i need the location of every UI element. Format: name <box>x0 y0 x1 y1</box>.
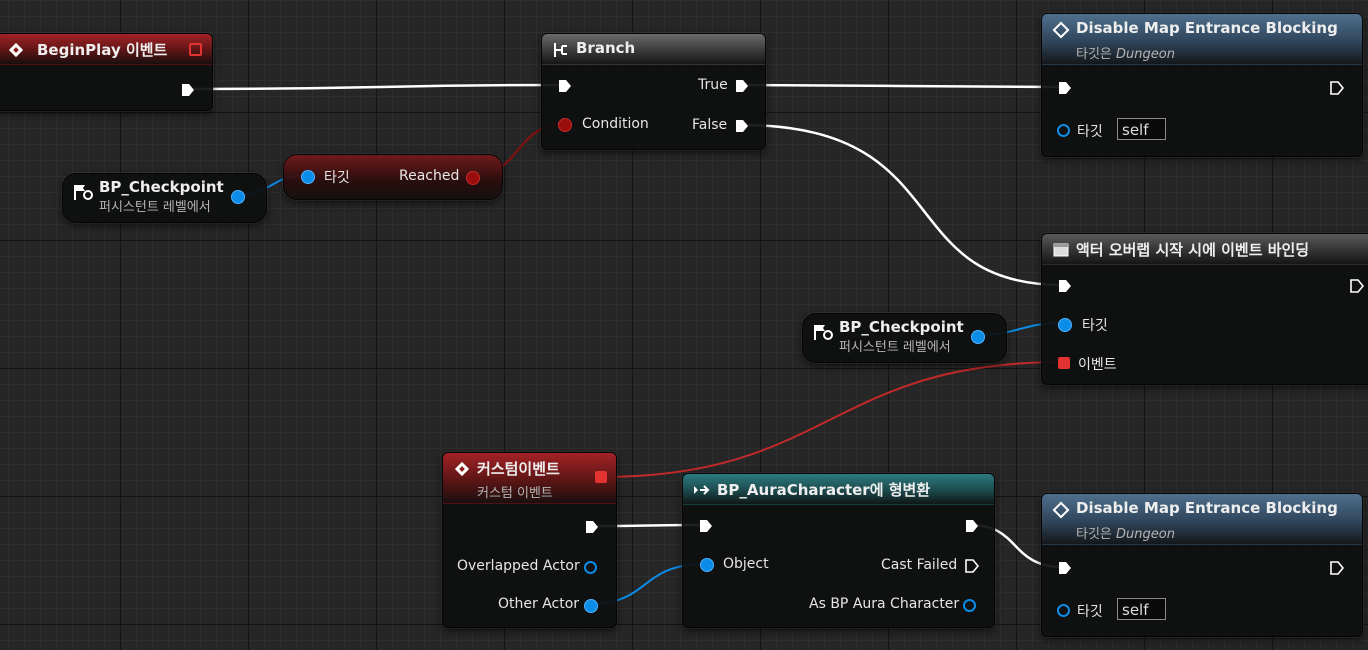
custom-event-overlapped-pin[interactable] <box>584 561 597 574</box>
branch-false-pin[interactable] <box>734 118 750 134</box>
custom-event-delegate-pin[interactable] <box>595 471 607 483</box>
disable-top-header: Disable Map Entrance Blocking 타깃은 Dungeo… <box>1042 14 1362 65</box>
branch-condition-pin[interactable] <box>558 118 572 132</box>
cast-node[interactable]: BP_AuraCharacter에 형변환 Object Cast Failed… <box>682 473 995 628</box>
beginplay-header: BeginPlay 이벤트 <box>0 34 212 65</box>
disable-top-target-label: 타깃 <box>1077 124 1103 140</box>
wire-false-to-bind <box>740 123 1064 287</box>
wire-true-to-disable <box>740 83 1064 89</box>
disable-bottom-subtitle: 타깃은 Dungeon <box>1076 523 1175 542</box>
reached-getter-node[interactable]: 타깃 Reached <box>283 154 503 200</box>
reached-getter-output-pin[interactable] <box>466 171 480 185</box>
bind-event-exec-out-pin[interactable] <box>1349 278 1365 294</box>
disable-top-exec-in-pin[interactable] <box>1057 80 1073 96</box>
beginplay-event-node[interactable]: BeginPlay 이벤트 <box>0 33 213 111</box>
cast-failed-label: Cast Failed <box>881 557 958 573</box>
delegate-icon <box>1053 243 1069 257</box>
disable-top-exec-out-pin[interactable] <box>1329 80 1345 96</box>
function-icon <box>1052 501 1070 519</box>
wire-customevent-to-bind <box>600 361 1064 478</box>
checkpoint-1-title: BP_Checkpoint <box>99 178 224 196</box>
custom-event-subtitle: 커스텀 이벤트 <box>477 486 553 501</box>
bind-event-event-pin[interactable] <box>1058 357 1070 369</box>
disable-top-subtitle-value: Dungeon <box>1116 47 1175 62</box>
checkpoint-reference-node-1[interactable]: BP_Checkpoint 퍼시스턴트 레벨에서 <box>62 173 267 223</box>
custom-event-overlapped-label: Overlapped Actor <box>457 558 580 574</box>
disable-bottom-subtitle-prefix: 타깃은 <box>1076 527 1117 542</box>
event-diamond-icon <box>8 42 24 58</box>
disable-top-title: Disable Map Entrance Blocking <box>1076 19 1338 37</box>
disable-blocking-node-top[interactable]: Disable Map Entrance Blocking 타깃은 Dungeo… <box>1041 13 1363 157</box>
disable-bottom-target-label: 타깃 <box>1077 604 1103 620</box>
event-diamond-icon <box>454 461 470 477</box>
bind-event-exec-in-pin[interactable] <box>1057 278 1073 294</box>
checkpoint-2-output-pin[interactable] <box>971 330 985 344</box>
reached-getter-target-label: 타깃 <box>324 170 350 186</box>
custom-event-header: 커스텀이벤트 커스텀 이벤트 <box>443 453 616 504</box>
cast-exec-out-pin[interactable] <box>964 518 980 534</box>
branch-true-pin[interactable] <box>734 78 750 94</box>
bind-event-target-pin[interactable] <box>1058 318 1072 332</box>
disable-bottom-exec-out-pin[interactable] <box>1329 560 1345 576</box>
disable-top-target-pin[interactable] <box>1057 124 1070 137</box>
delegate-pin-icon[interactable] <box>189 43 202 56</box>
disable-top-target-field[interactable]: self <box>1117 118 1166 140</box>
cast-failed-pin[interactable] <box>964 558 980 574</box>
reached-getter-output-label: Reached <box>399 168 460 184</box>
disable-bottom-title: Disable Map Entrance Blocking <box>1076 499 1338 517</box>
checkpoint-2-title: BP_Checkpoint <box>839 318 964 336</box>
disable-bottom-exec-in-pin[interactable] <box>1057 560 1073 576</box>
branch-header: Branch <box>542 34 765 65</box>
custom-event-other-label: Other Actor <box>498 596 580 612</box>
cast-as-aura-pin[interactable] <box>963 599 976 612</box>
beginplay-exec-out-pin[interactable] <box>180 82 196 98</box>
branch-node[interactable]: Branch True Condition False <box>541 33 766 150</box>
disable-bottom-target-pin[interactable] <box>1057 604 1070 617</box>
bind-event-header: 액터 오버랩 시작 시에 이벤트 바인딩 <box>1042 234 1368 265</box>
custom-event-node[interactable]: 커스텀이벤트 커스텀 이벤트 Overlapped Actor Other Ac… <box>442 452 617 628</box>
actor-reference-icon <box>814 325 833 340</box>
cast-header: BP_AuraCharacter에 형변환 <box>683 474 994 505</box>
disable-bottom-subtitle-value: Dungeon <box>1116 527 1175 542</box>
cast-object-pin[interactable] <box>700 558 714 572</box>
reached-getter-target-pin[interactable] <box>301 170 315 184</box>
bind-event-node[interactable]: 액터 오버랩 시작 시에 이벤트 바인딩 타깃 이벤트 <box>1041 233 1368 385</box>
bind-event-event-label: 이벤트 <box>1078 357 1117 373</box>
cast-title: BP_AuraCharacter에 형변환 <box>717 481 931 499</box>
wire-beginplay-to-branch <box>193 83 565 91</box>
actor-reference-icon <box>74 185 93 200</box>
disable-blocking-node-bottom[interactable]: Disable Map Entrance Blocking 타깃은 Dungeo… <box>1041 493 1363 637</box>
function-icon <box>1052 21 1070 39</box>
branch-false-label: False <box>692 117 728 133</box>
custom-event-other-pin[interactable] <box>584 599 598 613</box>
checkpoint-1-subtitle: 퍼시스턴트 레벨에서 <box>99 200 211 215</box>
bind-event-target-label: 타깃 <box>1082 318 1108 334</box>
bind-event-title: 액터 오버랩 시작 시에 이벤트 바인딩 <box>1076 241 1310 259</box>
custom-event-exec-out-pin[interactable] <box>584 519 600 535</box>
cast-exec-in-pin[interactable] <box>698 518 714 534</box>
disable-top-subtitle-prefix: 타깃은 <box>1076 47 1117 62</box>
disable-top-subtitle: 타깃은 Dungeon <box>1076 43 1175 62</box>
checkpoint-2-subtitle: 퍼시스턴트 레벨에서 <box>839 340 951 355</box>
branch-title: Branch <box>576 39 636 57</box>
cast-as-aura-label: As BP Aura Character <box>809 596 960 612</box>
checkpoint-1-output-pin[interactable] <box>231 190 245 204</box>
beginplay-title: BeginPlay 이벤트 <box>37 41 168 59</box>
custom-event-title: 커스텀이벤트 <box>477 460 560 478</box>
branch-condition-label: Condition <box>582 116 649 132</box>
cast-object-label: Object <box>723 556 769 572</box>
branch-icon <box>554 43 567 57</box>
branch-true-label: True <box>698 77 728 93</box>
cast-arrow-icon <box>694 485 710 495</box>
branch-exec-in-pin[interactable] <box>557 78 573 94</box>
disable-bottom-target-field[interactable]: self <box>1117 598 1166 620</box>
disable-bottom-header: Disable Map Entrance Blocking 타깃은 Dungeo… <box>1042 494 1362 545</box>
checkpoint-reference-node-2[interactable]: BP_Checkpoint 퍼시스턴트 레벨에서 <box>802 313 1007 363</box>
